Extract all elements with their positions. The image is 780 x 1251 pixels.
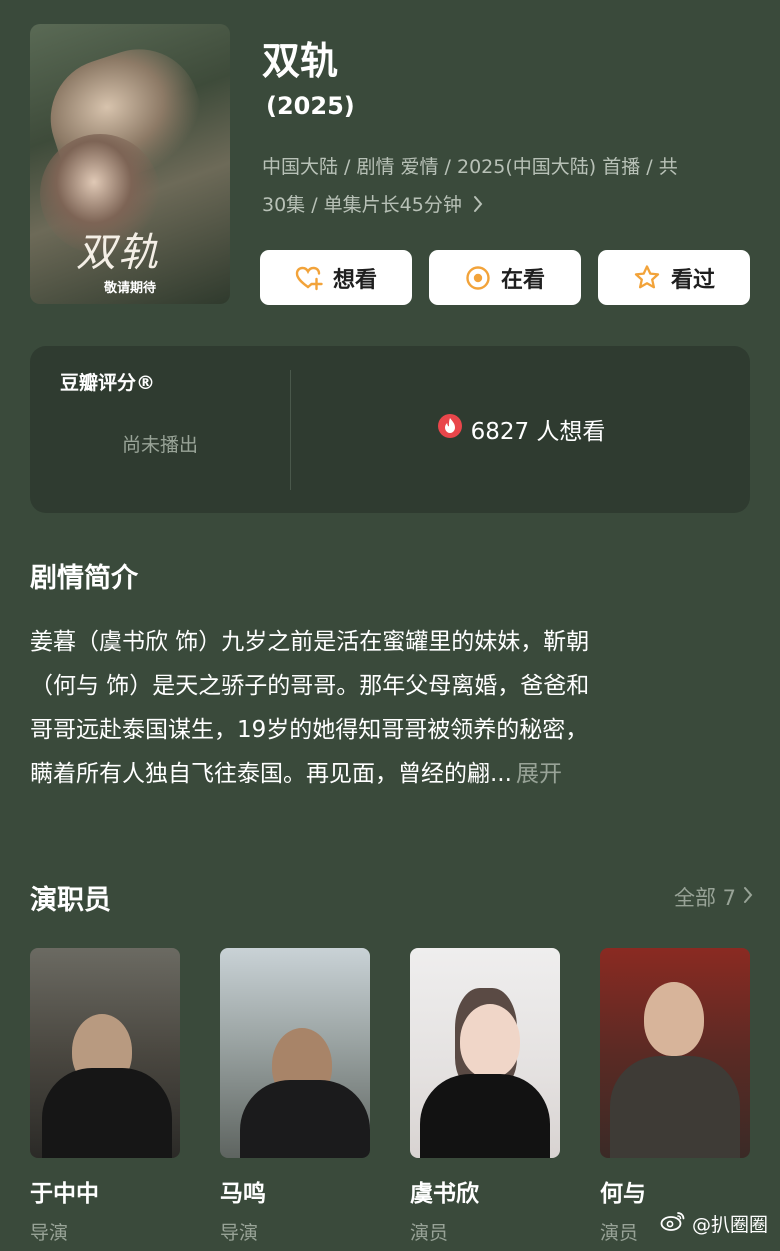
expand-link[interactable]: 展开 <box>516 761 562 787</box>
cast-photo <box>220 948 370 1158</box>
rating-status: 尚未播出 <box>121 434 198 456</box>
show-title: 双轨 <box>262 39 339 83</box>
cast-photo <box>30 948 180 1158</box>
rating-divider <box>290 370 291 490</box>
chevron-right-icon <box>742 885 754 910</box>
cast-photo <box>410 948 560 1158</box>
meta-line-text: 30集 / 单集片长45分钟 <box>262 194 462 216</box>
synopsis-line: 姜暮（虞书欣 饰）九岁之前是活在蜜罐里的妹妹，靳朝 <box>30 629 590 655</box>
cast-name: 何与 <box>600 1181 646 1207</box>
cast-member-card[interactable]: 何与 演员 <box>600 948 750 1245</box>
target-icon <box>465 265 491 291</box>
synopsis-line-text: 瞒着所有人独自飞往泰国。再见面，曾经的翩... <box>30 761 512 787</box>
synopsis-text[interactable]: 姜暮（虞书欣 饰）九岁之前是活在蜜罐里的妹妹，靳朝 （何与 饰）是天之骄子的哥哥… <box>30 620 750 796</box>
synopsis-line: 瞒着所有人独自飞往泰国。再见面，曾经的翩... 展开 <box>30 752 750 796</box>
synopsis-title: 剧情简介 <box>30 563 138 594</box>
cast-member-card[interactable]: 马鸣 导演 <box>220 948 370 1245</box>
meta-line: 中国大陆 / 剧情 爱情 / 2025(中国大陆) 首播 / 共 <box>262 156 678 178</box>
show-year: (2025) <box>266 92 355 120</box>
watching-button[interactable]: 在看 <box>429 250 581 305</box>
show-meta-info[interactable]: 中国大陆 / 剧情 爱情 / 2025(中国大陆) 首播 / 共 30集 / 单… <box>262 148 742 224</box>
see-all-label: 全部 7 <box>673 886 736 910</box>
watching-label: 在看 <box>500 267 545 293</box>
flame-icon <box>437 413 463 445</box>
cast-name: 马鸣 <box>220 1181 266 1207</box>
cast-title: 演职员 <box>30 885 111 916</box>
cast-list: 于中中 导演 马鸣 导演 虞书欣 演员 何与 演员 <box>30 948 750 1245</box>
want-to-watch-label: 想看 <box>332 267 377 293</box>
synopsis-line: 哥哥远赴泰国谋生，19岁的她得知哥哥被领养的秘密， <box>30 717 589 743</box>
meta-line: 30集 / 单集片长45分钟 <box>262 186 742 224</box>
cast-photo <box>600 948 750 1158</box>
poster-tagline: 敬请期待 <box>103 281 156 296</box>
want-to-watch-button[interactable]: 想看 <box>260 250 412 305</box>
star-icon <box>633 264 661 291</box>
synopsis-line: （何与 饰）是天之骄子的哥哥。那年父母离婚，爸爸和 <box>30 673 590 699</box>
cast-role: 导演 <box>30 1222 69 1244</box>
heart-plus-icon <box>295 265 323 291</box>
wish-count-text: 6827 人想看 <box>470 419 606 445</box>
action-buttons: 想看 在看 看过 <box>260 250 750 305</box>
poster-image[interactable]: 双轨 敬请期待 <box>30 24 230 304</box>
poster-title-art: 双轨 <box>76 230 160 276</box>
cast-name: 于中中 <box>30 1181 99 1207</box>
chevron-right-icon <box>472 194 484 216</box>
weibo-icon <box>660 1210 686 1237</box>
watermark: @扒圈圈 <box>660 1210 768 1237</box>
watermark-text: @扒圈圈 <box>691 1214 768 1236</box>
douban-rating-label: 豆瓣评分® <box>60 372 156 394</box>
cast-member-card[interactable]: 于中中 导演 <box>30 948 180 1245</box>
rating-card[interactable]: 豆瓣评分® 尚未播出 6827 人想看 <box>30 346 750 513</box>
cast-role: 演员 <box>410 1222 449 1244</box>
cast-role: 导演 <box>220 1222 259 1244</box>
watched-label: 看过 <box>670 267 715 293</box>
see-all-cast-link[interactable]: 全部 7 <box>674 882 754 912</box>
watched-button[interactable]: 看过 <box>598 250 750 305</box>
cast-member-card[interactable]: 虞书欣 演员 <box>410 948 560 1245</box>
cast-name: 虞书欣 <box>410 1181 479 1207</box>
wish-count: 6827 人想看 <box>292 412 750 446</box>
